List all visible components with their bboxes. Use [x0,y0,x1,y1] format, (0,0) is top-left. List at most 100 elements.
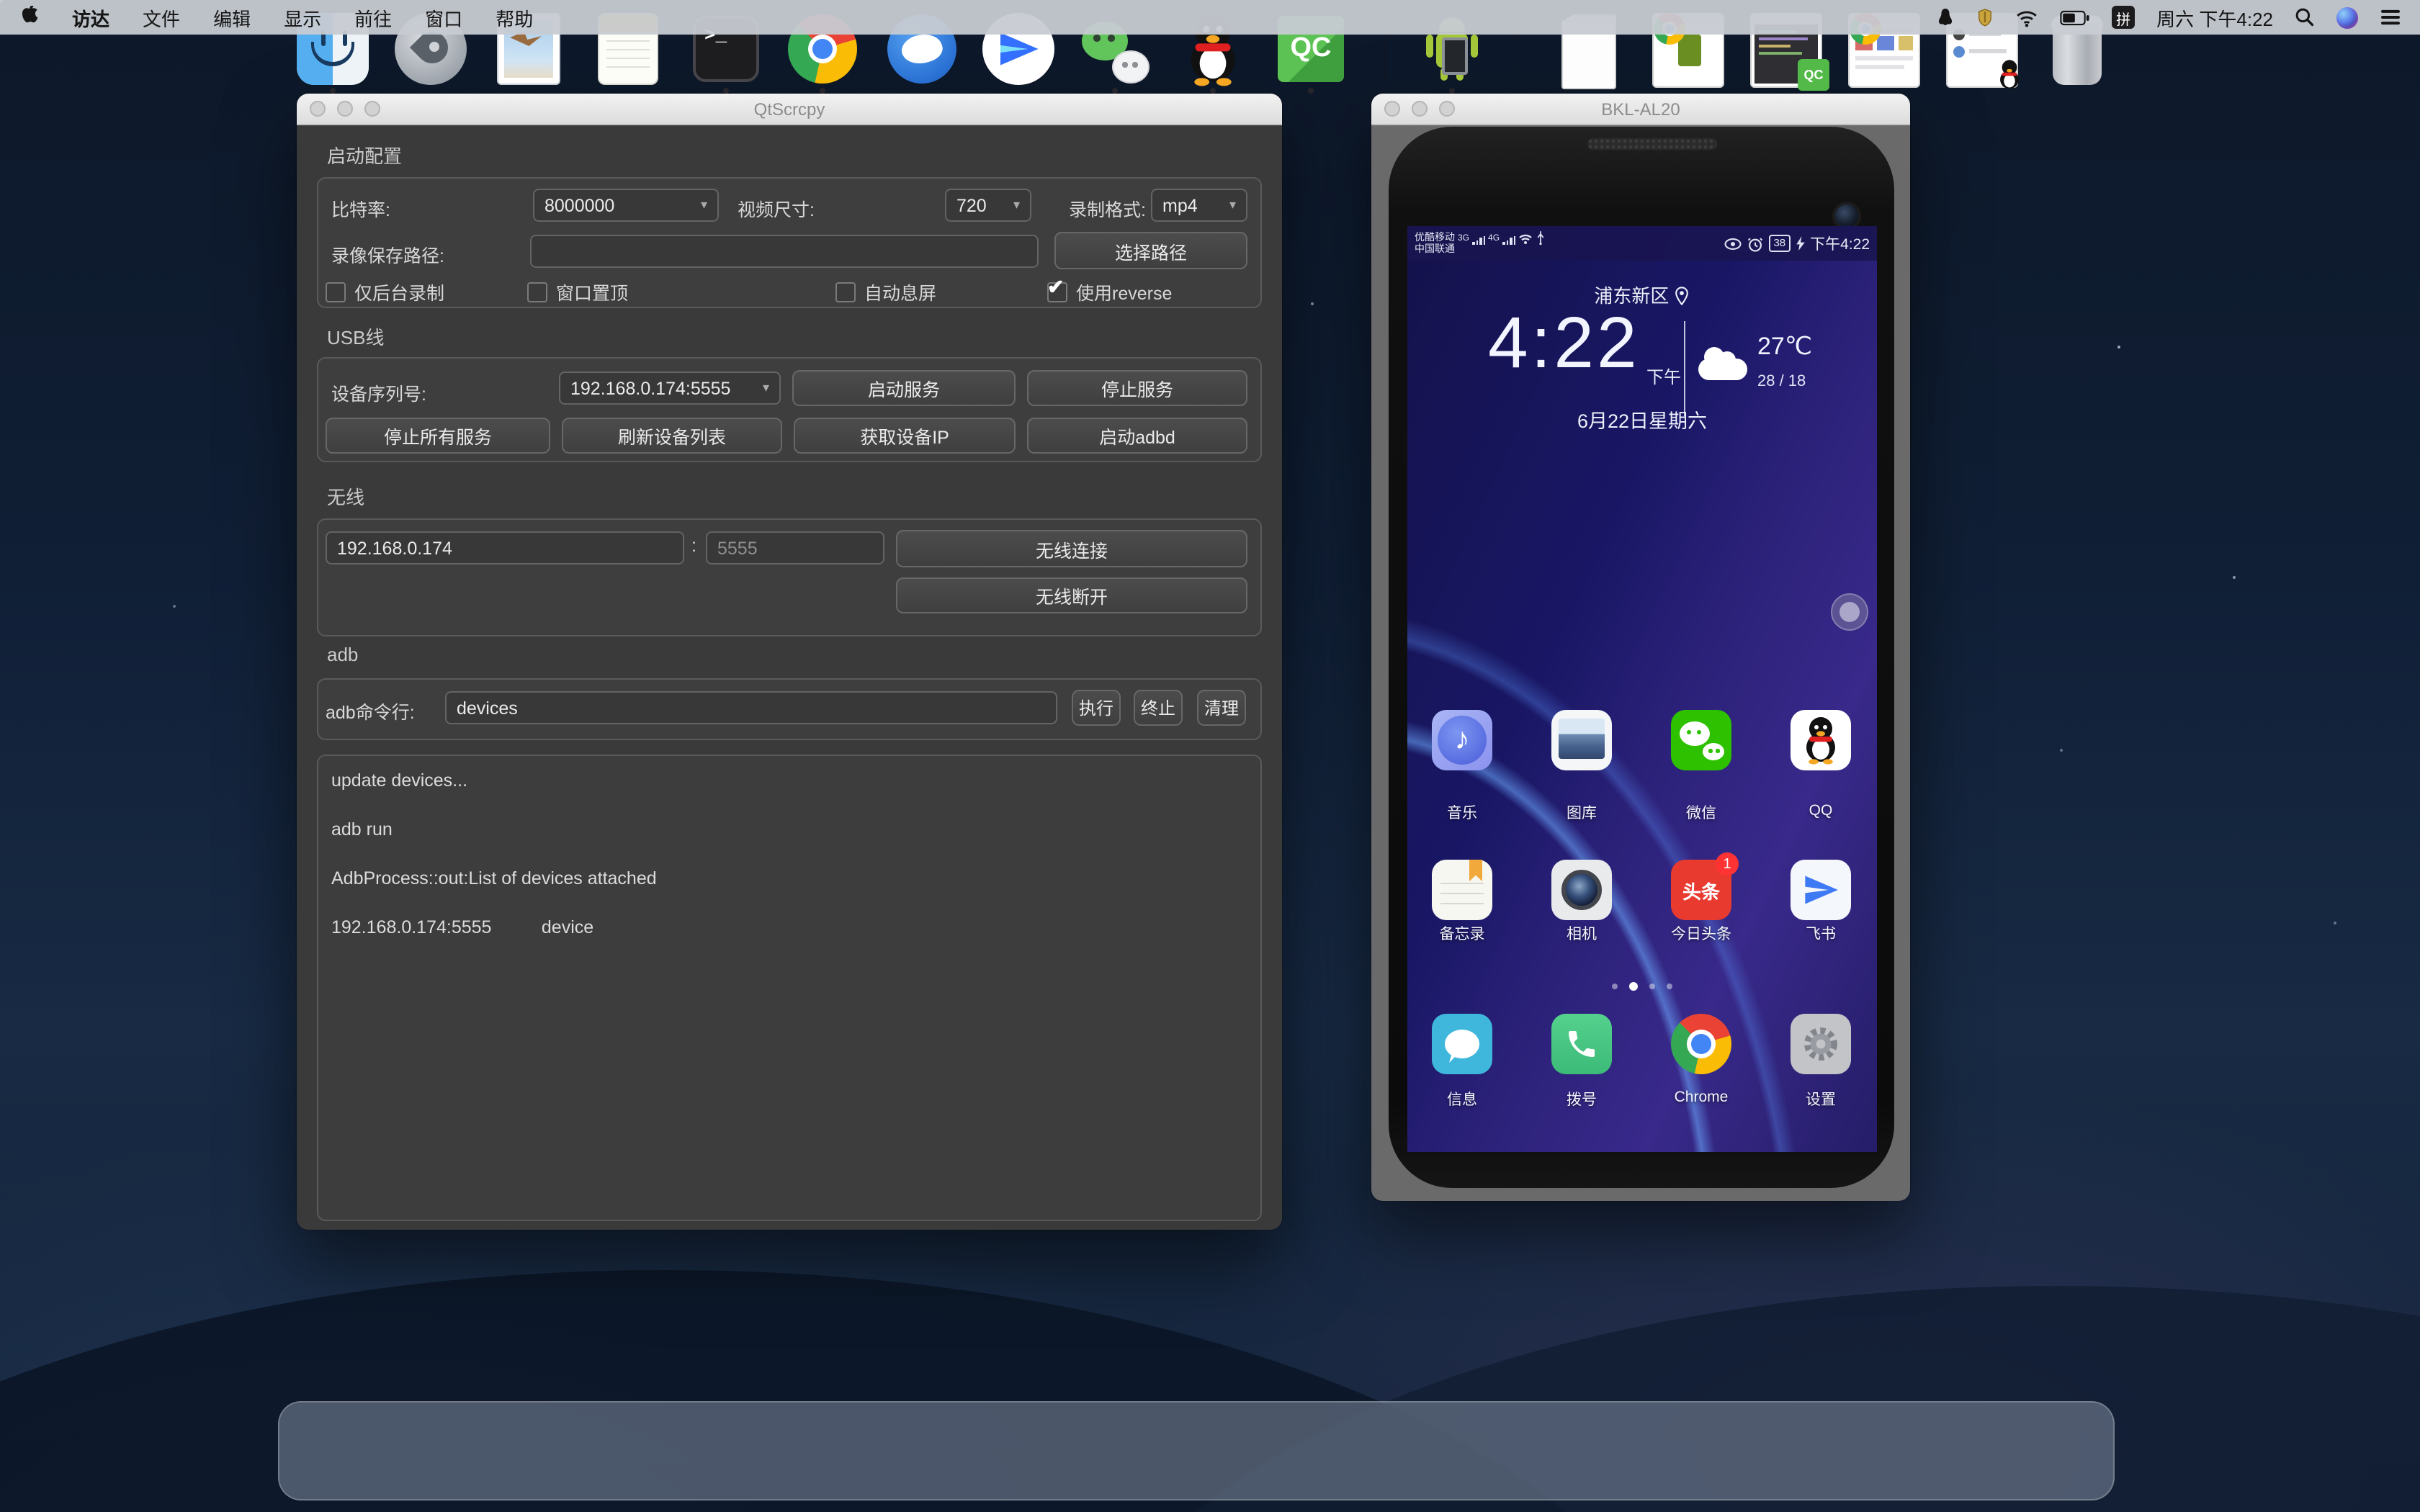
app-qq[interactable] [1791,710,1851,770]
assistive-ball[interactable] [1831,593,1868,631]
weather-temp[interactable]: 27℃ [1757,333,1812,361]
wechat-bubble-icon [1703,743,1724,760]
app-camera[interactable] [1551,860,1612,920]
wireless-disconnect-button[interactable]: 无线断开 [896,577,1247,613]
carrier-name: 优酷移动 [1415,233,1455,245]
checkmark-icon: ✔ [1047,274,1064,299]
wireless-port-input[interactable]: 5555 [706,531,884,564]
menu-finder[interactable]: 访达 [72,4,109,31]
seal-icon [898,29,946,68]
adb-command-input[interactable]: devices [445,691,1057,724]
adb-command-label: adb命令行: [326,697,415,724]
message-bubble-icon [1445,1030,1479,1058]
adb-terminate-button[interactable]: 终止 [1134,690,1183,726]
video-size-combobox[interactable]: 720 ▾ [945,189,1031,222]
notification-center-icon[interactable] [2380,9,2401,26]
start-service-button[interactable]: 启动服务 [792,370,1016,406]
app-settings[interactable] [1791,1014,1851,1074]
network-4g-label: 4G [1488,233,1500,245]
page-dot [1667,984,1672,989]
chrome-icon [1671,1014,1731,1074]
checkbox-label: 自动息屏 [864,278,936,305]
weather-location[interactable]: 浦东新区 [1407,281,1877,308]
record-format-value: mp4 [1162,195,1198,215]
app-wechat[interactable] [1671,710,1731,770]
adb-execute-button[interactable]: 执行 [1072,690,1121,726]
menu-file[interactable]: 文件 [143,4,180,31]
apple-menu-icon[interactable] [19,6,39,29]
background-record-checkbox[interactable]: 仅后台录制 [326,278,444,305]
carrier-name-2: 中国联通 [1415,245,1546,256]
window-title: QtScrcpy [754,99,825,119]
app-chrome[interactable] [1671,1014,1731,1074]
stop-service-button[interactable]: 停止服务 [1027,370,1247,406]
clock-date[interactable]: 6月22日星期六 [1407,405,1877,433]
app-label: 设置 [1760,1089,1877,1110]
record-path-input[interactable] [530,235,1039,268]
zoom-button[interactable] [1439,101,1455,117]
minimize-button[interactable] [1412,101,1428,117]
video-size-value: 720 [956,195,987,215]
refresh-device-list-button[interactable]: 刷新设备列表 [562,418,782,454]
record-format-combobox[interactable]: mp4 ▾ [1151,189,1247,222]
stop-all-services-button[interactable]: 停止所有服务 [326,418,550,454]
menu-edit[interactable]: 编辑 [213,4,251,31]
phone-screen[interactable]: 优酷移动 3G 4G 中国联通 38 [1407,226,1877,1152]
app-feishu[interactable] [1791,860,1851,920]
input-method-icon[interactable]: 拼 [2112,6,2135,29]
running-indicator [820,88,825,94]
auto-screen-off-checkbox[interactable]: 自动息屏 [835,278,936,305]
qtscrcpy-titlebar[interactable]: QtScrcpy [297,94,1282,125]
qq-menubar-icon[interactable] [1936,6,1955,28]
wifi-icon[interactable] [2015,8,2038,27]
chevron-down-icon: ▾ [701,197,707,213]
clock-time[interactable]: 4:22 [1488,301,1640,384]
menubar-clock[interactable]: 周六 下午4:22 [2156,4,2273,31]
app-notes[interactable] [1432,860,1492,920]
window-on-top-checkbox[interactable]: 窗口置顶 [527,278,628,305]
camera-lens-icon [1561,870,1602,910]
wireless-ip-input[interactable]: 192.168.0.174 [326,531,684,564]
zoom-button[interactable] [364,101,380,117]
android-status-bar: 优酷移动 3G 4G 中国联通 38 [1407,226,1877,261]
log-output[interactable]: update devices... adb run AdbProcess::ou… [317,755,1262,1221]
bitrate-label: 比特率: [331,194,390,222]
menu-window[interactable]: 窗口 [425,4,462,31]
wireless-ip-value: 192.168.0.174 [337,538,452,558]
siri-icon[interactable] [2336,6,2358,28]
menu-help[interactable]: 帮助 [496,4,533,31]
notification-badge: 1 [1716,852,1739,876]
app-label: 拨号 [1521,1089,1642,1110]
phone-handset-icon [1564,1027,1599,1061]
page-dot [1612,984,1618,989]
phone-window-titlebar[interactable]: BKL-AL20 [1371,94,1910,125]
battery-icon[interactable] [2060,9,2090,25]
app-dialer[interactable] [1551,1014,1612,1074]
log-line: update devices... [331,770,467,791]
start-adbd-button[interactable]: 启动adbd [1027,418,1247,454]
menu-go[interactable]: 前往 [354,4,392,31]
wireless-connect-button[interactable]: 无线连接 [896,530,1247,567]
use-reverse-checkbox[interactable]: ✔ 使用reverse [1047,278,1172,305]
shield-menubar-icon[interactable] [1976,6,1994,28]
device-serial-combobox[interactable]: 192.168.0.174:5555 ▾ [559,372,781,405]
choose-path-button[interactable]: 选择路径 [1054,232,1247,269]
app-messages[interactable] [1432,1014,1492,1074]
checkbox-label: 窗口置顶 [556,278,628,305]
close-button[interactable] [1384,101,1400,117]
minimize-button[interactable] [337,101,353,117]
app-label: 今日头条 [1641,923,1762,945]
get-device-ip-button[interactable]: 获取设备IP [794,418,1016,454]
bitrate-combobox[interactable]: 8000000 ▾ [533,189,719,222]
app-gallery[interactable] [1551,710,1612,770]
menu-view[interactable]: 显示 [284,4,321,31]
close-button[interactable] [310,101,326,117]
spotlight-search-icon[interactable] [2295,7,2315,27]
adb-clear-button[interactable]: 清理 [1197,690,1246,726]
bookmark-icon [1469,860,1482,881]
usb-section-label: USB线 [327,323,384,350]
weather-high-low: 28 / 18 [1757,373,1806,390]
app-toutiao[interactable]: 头条 1 [1671,860,1731,920]
record-path-label: 录像保存路径: [331,240,444,268]
app-music[interactable]: ♪ [1432,710,1492,770]
